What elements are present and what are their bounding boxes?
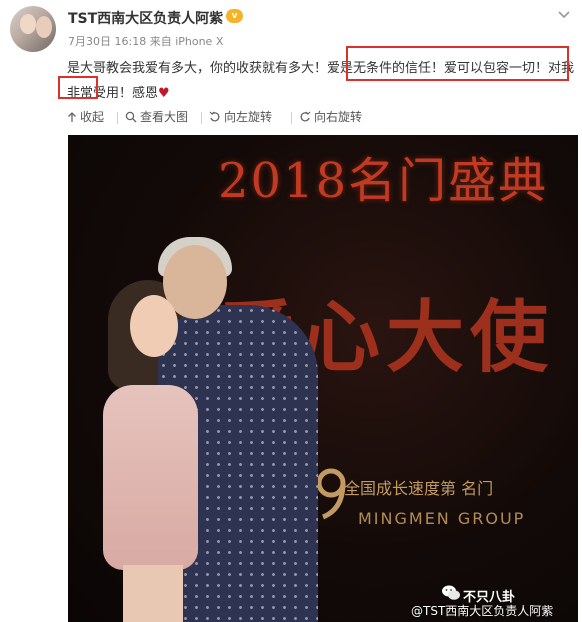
rotate-right-label: 向右旋转 — [314, 110, 363, 124]
chevron-down-icon[interactable] — [558, 10, 570, 20]
rotate-left-label: 向左旋转 — [224, 110, 273, 124]
banner-subtitle-text: 全国成长速度第 名门 — [344, 479, 494, 498]
post-meta: 7月30日 16:18 来自 iPhone X — [68, 33, 223, 49]
view-large-label: 查看大图 — [140, 110, 189, 124]
woman-dress — [103, 385, 198, 570]
toolbar-divider — [291, 112, 292, 124]
rotate-right-icon — [300, 111, 311, 121]
view-large-button[interactable]: 查看大图 — [125, 108, 188, 125]
woman-legs — [123, 565, 183, 622]
toolbar-divider — [201, 112, 202, 124]
arrow-up-icon — [68, 111, 76, 122]
heart-icon: ♥ — [158, 86, 170, 101]
woman-face — [130, 295, 178, 357]
post-photo[interactable]: 2018名门盛典 爱心大使 全国成长速度第 名门 MINGMEN GROUP — [68, 135, 578, 622]
vip-badge-icon: v — [226, 9, 243, 23]
avatar-face — [20, 14, 36, 34]
rotate-left-icon — [209, 111, 220, 121]
magnifier-icon — [125, 111, 137, 122]
banner-year-text: 2018名门盛典 — [218, 153, 549, 209]
collapse-button[interactable]: 收起 — [67, 108, 104, 125]
weibo-post: TST西南大区负责人阿紫 v 7月30日 16:18 来自 iPhone X 是… — [0, 0, 582, 622]
post-source[interactable]: 来自 iPhone X — [150, 35, 224, 48]
timestamp[interactable]: 7月30日 16:18 — [68, 35, 146, 48]
username-link[interactable]: TST西南大区负责人阿紫 — [68, 8, 223, 28]
highlight-box-2 — [58, 76, 98, 99]
highlight-box-1 — [346, 46, 569, 81]
avatar-face — [36, 16, 52, 38]
rotate-left-button[interactable]: 向左旋转 — [209, 108, 272, 125]
collapse-label: 收起 — [80, 110, 105, 124]
rotate-right-button[interactable]: 向右旋转 — [299, 108, 362, 125]
toolbar-divider — [117, 112, 118, 124]
post-text-part1: 是大哥教会我爱有多大，你的收获就有多大！ — [67, 61, 328, 76]
avatar[interactable] — [10, 6, 56, 52]
banner-brand-text: MINGMEN GROUP — [358, 509, 526, 528]
wechat-icon — [442, 585, 460, 600]
watermark-user: @TST西南大区负责人阿紫 — [411, 604, 554, 618]
